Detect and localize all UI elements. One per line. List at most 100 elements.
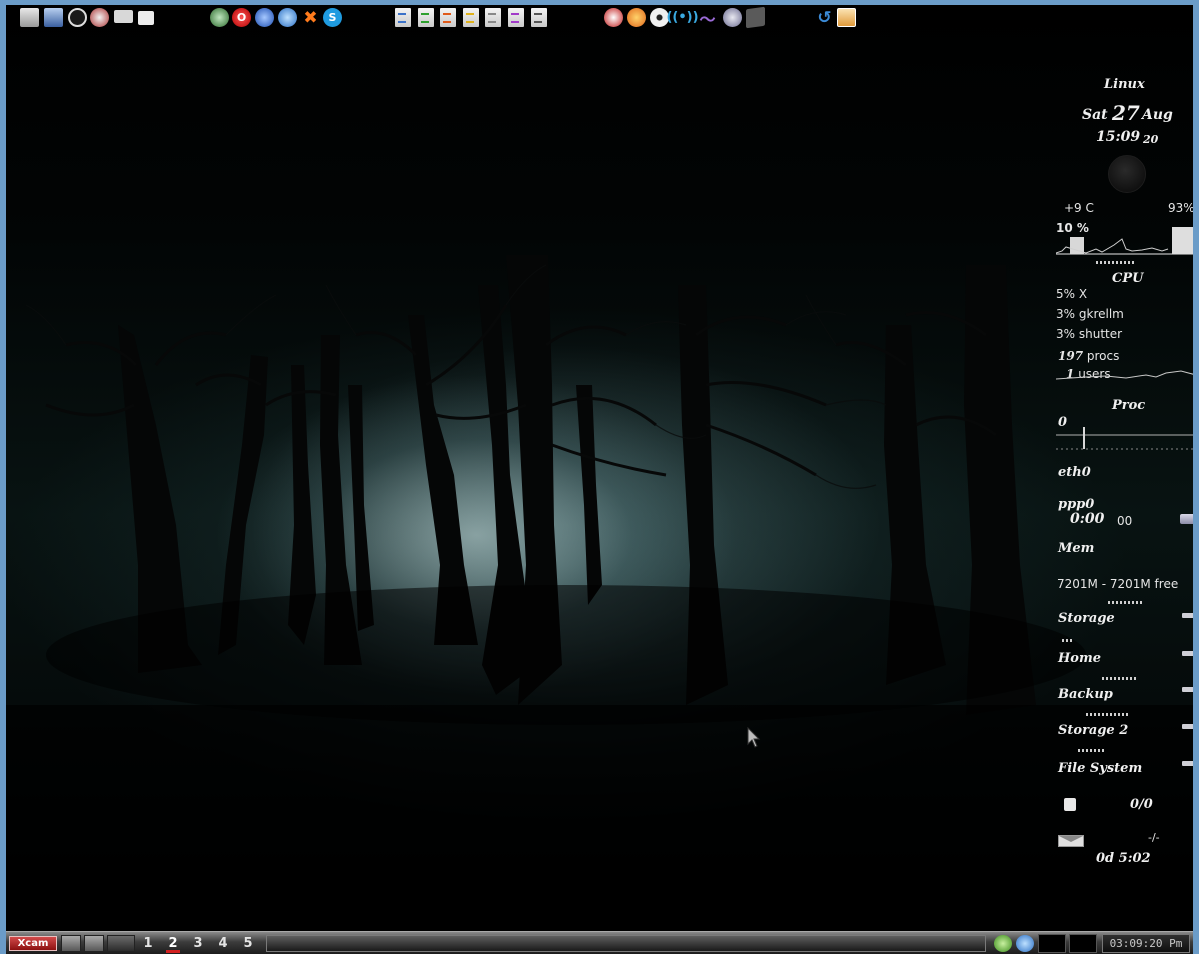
internet-icon[interactable]: [210, 8, 229, 27]
workspace-4[interactable]: 4: [213, 934, 233, 953]
ppp0-label: ppp0: [1058, 497, 1095, 512]
ppp0-button[interactable]: [1180, 514, 1193, 524]
cpu-monitor-applet: [1038, 934, 1066, 953]
task-list[interactable]: [266, 935, 986, 952]
wifi-icon[interactable]: ((•)): [666, 8, 698, 27]
top-proc-3: 3% shutter: [1056, 327, 1122, 341]
disk-filesystem-label: File System: [1058, 761, 1143, 776]
top-proc-1-name: X: [1078, 287, 1088, 301]
web-icon[interactable]: [278, 8, 297, 27]
cpu-krell: [1096, 261, 1136, 264]
disk-home-led: [1182, 651, 1193, 656]
start-menu-button[interactable]: Xcam: [9, 936, 57, 951]
clipboard-icon: [1064, 798, 1076, 811]
sync-icon[interactable]: [1016, 935, 1034, 952]
ppp0-extra: 00: [1117, 514, 1133, 528]
workspace-5[interactable]: 5: [238, 934, 258, 953]
settings-icon[interactable]: [90, 8, 109, 27]
mem-free-text: 7201M - 7201M free: [1057, 577, 1179, 591]
mouse-cursor: [747, 727, 761, 748]
quicklaunch-button[interactable]: [84, 935, 104, 952]
text-doc-icon[interactable]: [395, 8, 411, 27]
uptime-marker: -/-: [1148, 831, 1160, 844]
file-manager-icon[interactable]: [20, 8, 39, 27]
package-icon[interactable]: [837, 8, 856, 27]
writer-icon[interactable]: [485, 8, 501, 27]
disk-backup-krell: [1086, 713, 1130, 716]
windows-icon[interactable]: [138, 11, 154, 25]
pdf-icon[interactable]: [531, 8, 547, 27]
top-proc-1-pct: 5%: [1056, 287, 1076, 301]
proc-graph: [1056, 427, 1193, 450]
uptime: 0d 5:02: [1096, 851, 1151, 866]
update-icon[interactable]: ↺: [815, 8, 834, 28]
disk-backup-label: Backup: [1058, 687, 1113, 702]
disk-storage-label: Storage: [1058, 611, 1115, 626]
top-proc-3-name: shutter: [1078, 327, 1123, 341]
disk-home-label: Home: [1058, 651, 1101, 666]
proc-section-label: Proc: [1112, 398, 1146, 413]
workspace-3[interactable]: 3: [188, 934, 208, 953]
audio-wave-icon[interactable]: 〜: [698, 8, 717, 29]
drawing-icon[interactable]: [463, 8, 479, 27]
moon-phase-icon: [1108, 155, 1146, 193]
opera-icon[interactable]: O: [232, 8, 251, 27]
spreadsheet-icon[interactable]: [418, 8, 434, 27]
presentation-icon[interactable]: [440, 8, 456, 27]
media-icon[interactable]: [604, 8, 623, 27]
eth0-label: eth0: [1058, 465, 1091, 480]
monitor-icon[interactable]: [114, 10, 133, 23]
taskbar-clock[interactable]: 03:09:20 Pm: [1102, 934, 1190, 953]
tools-icon[interactable]: ✖: [301, 8, 320, 28]
skype-icon[interactable]: S: [323, 8, 342, 27]
top-proc-2-pct: 3%: [1056, 307, 1076, 321]
taskbar: Xcam 1 2 3 4 5 03:09:20 Pm: [6, 931, 1193, 954]
update-notifier-icon[interactable]: [994, 935, 1012, 952]
ppp0-time: 0:00: [1070, 511, 1105, 527]
disk-filesystem-led: [1182, 761, 1193, 766]
date-number: 27: [1112, 101, 1140, 125]
network-icon[interactable]: [44, 8, 63, 27]
pidgin-icon[interactable]: [723, 8, 742, 27]
battery-percent: 93%: [1168, 201, 1193, 215]
wallpaper-forest: [6, 255, 1193, 931]
date-month: Aug: [1142, 107, 1173, 123]
math-icon[interactable]: [508, 8, 524, 27]
top-proc-1: 5% X: [1056, 287, 1087, 301]
mem-label: Mem: [1058, 541, 1095, 556]
pager-spacer: [107, 935, 135, 952]
disk-storage-krell: [1062, 639, 1072, 642]
mail-count: 0/0: [1130, 797, 1153, 812]
procs-count: 197 procs: [1058, 349, 1119, 363]
top-proc-2-name: gkrellm: [1078, 307, 1124, 321]
temperature: +9 C: [1064, 201, 1094, 215]
procs-label: procs: [1086, 349, 1120, 363]
browser-icon[interactable]: [255, 8, 274, 27]
disk-storage2-led: [1182, 724, 1193, 729]
desktop[interactable]: O ✖ S ((•)) 〜 ↺ Linux Sat 27 Aug 15:09 2…: [6, 5, 1193, 931]
workspace-1[interactable]: 1: [138, 934, 158, 953]
workspace-2[interactable]: 2: [163, 934, 183, 953]
disk-backup-led: [1182, 687, 1193, 692]
mail-icon[interactable]: [1058, 835, 1084, 847]
disk-home-krell: [1102, 677, 1138, 680]
show-desktop-button[interactable]: [61, 935, 81, 952]
cpu-section-label: CPU: [1112, 271, 1144, 286]
firefox-icon[interactable]: [627, 8, 646, 27]
top-proc-3-pct: 3%: [1056, 327, 1076, 341]
hostname: Linux: [1104, 77, 1145, 92]
procs-number: 197: [1058, 349, 1084, 363]
disk-storage2-krell: [1078, 749, 1104, 752]
top-proc-2: 3% gkrellm: [1056, 307, 1124, 321]
date-day: Sat: [1082, 107, 1108, 123]
terminal-icon[interactable]: [746, 6, 765, 29]
clock-seconds: 20: [1143, 133, 1159, 146]
disk-storage2-label: Storage 2: [1058, 723, 1129, 738]
mem-krell: [1108, 601, 1142, 604]
clock-time: 15:09: [1096, 129, 1141, 145]
procs-graph: [1056, 370, 1193, 380]
clock-app-icon[interactable]: [68, 8, 87, 27]
net-monitor-applet: [1069, 934, 1097, 953]
gkrellm-monitor: Linux Sat 27 Aug 15:09 20 +9 C 93% 10 % …: [1050, 73, 1193, 873]
disk-storage-led: [1182, 613, 1193, 618]
